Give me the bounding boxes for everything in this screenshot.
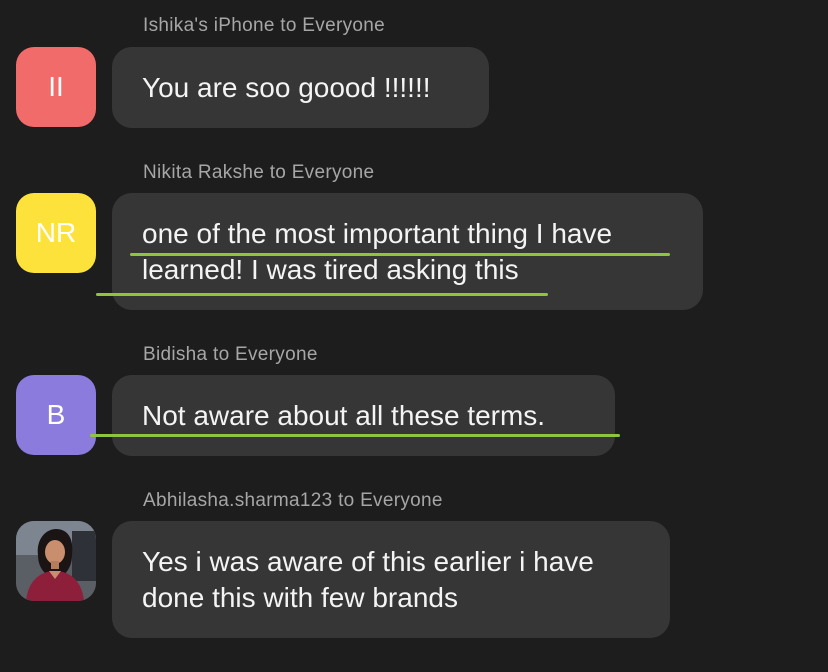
highlight-underline [90,434,620,437]
avatar-initials: NR [35,217,77,248]
message-bubble[interactable]: Not aware about all these terms. [112,375,615,456]
message-bubble[interactable]: Yes i was aware of this earlier i have d… [112,521,670,638]
avatar-photo[interactable] [16,521,96,601]
chat-panel: Ishika's iPhone to Everyone II You are s… [0,0,828,672]
highlight-underline [130,253,670,256]
avatar-initials: II [48,71,64,102]
message-text: You are soo goood !!!!!! [142,71,431,103]
avatar[interactable]: B [16,375,96,455]
highlight-underline [96,293,548,296]
avatar[interactable]: NR [16,193,96,273]
message-sender: Ishika's iPhone to Everyone [143,15,385,36]
message-text-line: done this with few brands [142,581,458,613]
message-sender: Abhilasha.sharma123 to Everyone [143,490,443,511]
avatar-initials: B [46,399,66,430]
message-sender: Nikita Rakshe to Everyone [143,162,375,183]
message-text: Not aware about all these terms. [142,399,546,431]
message-text-line: learned! I was tired asking this [142,253,519,285]
message-bubble[interactable]: You are soo goood !!!!!! [112,47,489,128]
message-text-line: one of the most important thing I have [142,217,613,249]
profile-photo-icon [16,521,96,601]
message-sender: Bidisha to Everyone [143,344,318,365]
message-text-line: Yes i was aware of this earlier i have [142,545,594,577]
avatar[interactable]: II [16,47,96,127]
